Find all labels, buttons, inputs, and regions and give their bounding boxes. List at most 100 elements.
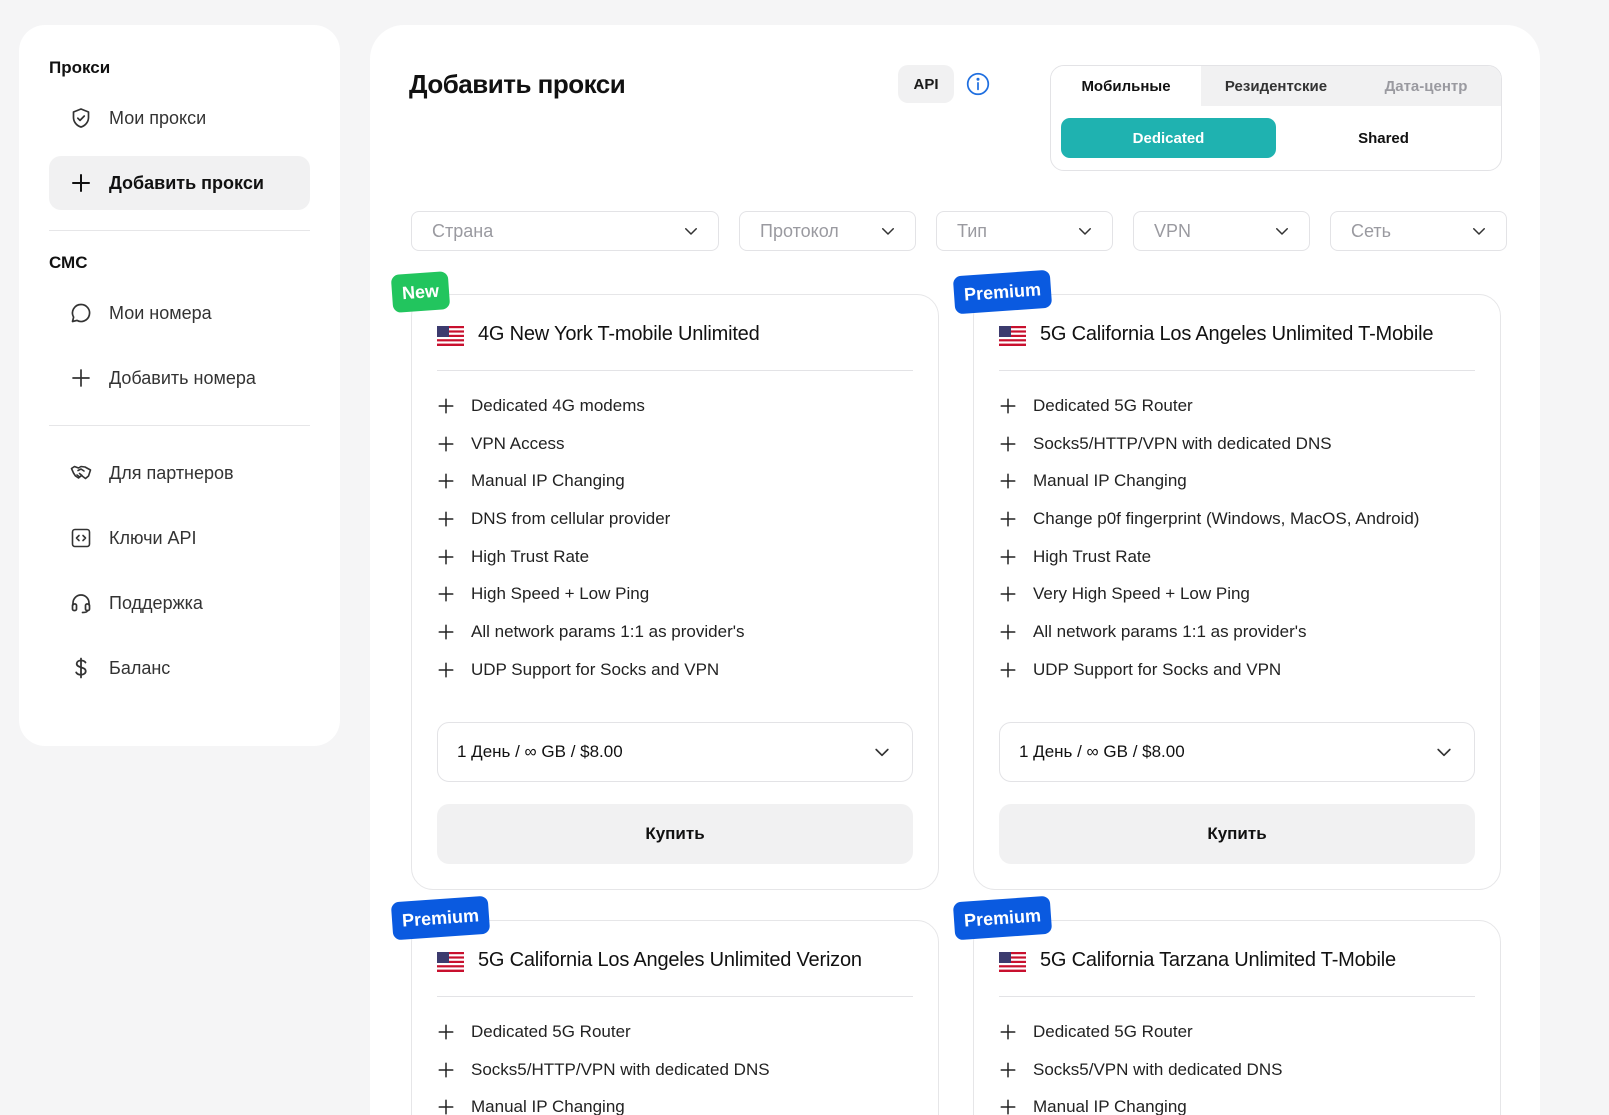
- proxy-card: Premium 5G California Tarzana Unlimited …: [952, 895, 1501, 1115]
- plus-icon: [1000, 1024, 1016, 1040]
- feature-text: Socks5/VPN with dedicated DNS: [1033, 1059, 1283, 1079]
- card-header: 5G California Tarzana Unlimited T-Mobile: [999, 949, 1475, 997]
- chevron-down-icon: [1276, 228, 1288, 235]
- chevron-down-icon: [685, 228, 697, 235]
- api-button[interactable]: API: [898, 65, 954, 103]
- sidebar-item-support[interactable]: Поддержка: [49, 576, 310, 630]
- us-flag-icon: [437, 952, 464, 972]
- sidebar-item-label: Добавить номера: [109, 367, 256, 388]
- card-header: 4G New York T-mobile Unlimited: [437, 323, 913, 371]
- dollar-icon: [69, 656, 93, 680]
- feature-text: Manual IP Changing: [471, 1097, 625, 1115]
- filter-vpn[interactable]: VPN: [1133, 211, 1310, 251]
- headset-icon: [69, 591, 93, 615]
- feature-text: UDP Support for Socks and VPN: [471, 659, 720, 679]
- plus-icon: [1000, 1062, 1016, 1078]
- tab-datacenter[interactable]: Дата-центр: [1351, 66, 1501, 106]
- plus-icon: [438, 1099, 454, 1115]
- proxy-subtype-tabs: Dedicated Shared: [1051, 106, 1501, 158]
- filter-label: Страна: [432, 220, 494, 241]
- list-item: Manual IP Changing: [437, 462, 744, 500]
- feature-text: High Speed + Low Ping: [471, 584, 650, 604]
- plus-icon: [1000, 549, 1016, 565]
- list-item: Manual IP Changing: [437, 1088, 770, 1115]
- card-title: 4G New York T-mobile Unlimited: [478, 323, 760, 345]
- tab-residential[interactable]: Резидентские: [1201, 66, 1351, 106]
- chevron-down-icon: [1079, 228, 1091, 235]
- plus-icon: [438, 1062, 454, 1078]
- list-item: Dedicated 5G Router: [437, 1013, 770, 1051]
- feature-text: All network params 1:1 as provider's: [1033, 621, 1307, 641]
- list-item: Dedicated 5G Router: [999, 1013, 1282, 1051]
- sidebar-item-label: Добавить прокси: [109, 172, 264, 193]
- list-item: Socks5/HTTP/VPN with dedicated DNS: [437, 1051, 770, 1089]
- card-header: 5G California Los Angeles Unlimited T-Mo…: [999, 323, 1475, 371]
- proxy-type-selector: Мобильные Резидентские Дата-центр Dedica…: [1050, 65, 1502, 171]
- sidebar-item-balance[interactable]: Баланс: [49, 641, 310, 695]
- plus-icon: [438, 473, 454, 489]
- plus-icon: [438, 624, 454, 640]
- list-item: Very High Speed + Low Ping: [999, 575, 1419, 613]
- filter-protocol[interactable]: Протокол: [739, 211, 916, 251]
- plus-icon: [1000, 398, 1016, 414]
- info-icon[interactable]: [965, 71, 991, 97]
- feature-text: High Trust Rate: [471, 546, 590, 566]
- tab-shared[interactable]: Shared: [1276, 118, 1491, 158]
- proxy-card: Premium 5G California Los Angeles Unlimi…: [952, 269, 1501, 890]
- feature-text: Manual IP Changing: [1033, 471, 1187, 491]
- tariff-select[interactable]: 1 День / ∞ GB / $8.00: [999, 722, 1475, 782]
- plus-icon: [1000, 473, 1016, 489]
- badge-premium: Premium: [952, 269, 1053, 315]
- card-header: 5G California Los Angeles Unlimited Veri…: [437, 949, 913, 997]
- list-item: Dedicated 5G Router: [999, 387, 1419, 425]
- list-item: High Trust Rate: [999, 538, 1419, 576]
- section-heading-sms: СМС: [49, 253, 88, 272]
- filter-label: VPN: [1154, 220, 1192, 241]
- sidebar-item-label: Мои номера: [109, 302, 212, 323]
- list-item: All network params 1:1 as provider's: [437, 613, 744, 651]
- plus-icon: [69, 366, 93, 390]
- feature-list: Dedicated 5G Router Socks5/HTTP/VPN with…: [437, 1013, 770, 1115]
- plus-icon: [438, 436, 454, 452]
- sidebar-item-add-numbers[interactable]: Добавить номера: [49, 351, 310, 405]
- sidebar-item-label: Баланс: [109, 657, 171, 678]
- feature-text: High Trust Rate: [1033, 546, 1152, 566]
- sidebar-item-label: Поддержка: [109, 592, 203, 613]
- sidebar-item-partners[interactable]: Для партнеров: [49, 446, 310, 500]
- filter-network[interactable]: Сеть: [1330, 211, 1507, 251]
- proxy-card: New 4G New York T-mobile Unlimited Dedic…: [390, 271, 939, 890]
- list-item: VPN Access: [437, 425, 744, 463]
- badge-new: New: [390, 271, 451, 313]
- sidebar-item-my-proxies[interactable]: Мои прокси: [49, 91, 310, 145]
- sidebar-item-label: Ключи API: [109, 527, 197, 548]
- plus-icon: [438, 549, 454, 565]
- proxy-card: Premium 5G California Los Angeles Unlimi…: [390, 895, 939, 1115]
- chevron-down-icon: [1437, 748, 1451, 757]
- plus-icon: [438, 586, 454, 602]
- section-heading-proxy: Прокси: [49, 58, 111, 77]
- page-title: Добавить прокси: [409, 69, 626, 99]
- sidebar-item-my-numbers[interactable]: Мои номера: [49, 286, 310, 340]
- filter-country[interactable]: Страна: [411, 211, 719, 251]
- buy-button[interactable]: Купить: [999, 804, 1475, 864]
- sidebar-item-label: Для партнеров: [109, 462, 234, 483]
- card-title: 5G California Los Angeles Unlimited Veri…: [478, 949, 862, 971]
- sidebar-item-api-keys[interactable]: Ключи API: [49, 511, 310, 565]
- feature-text: Very High Speed + Low Ping: [1033, 584, 1250, 604]
- us-flag-icon: [999, 952, 1026, 972]
- tab-dedicated[interactable]: Dedicated: [1061, 118, 1276, 158]
- list-item: UDP Support for Socks and VPN: [437, 651, 744, 689]
- list-item: All network params 1:1 as provider's: [999, 613, 1419, 651]
- filter-type[interactable]: Тип: [936, 211, 1113, 251]
- feature-text: Manual IP Changing: [471, 471, 625, 491]
- tariff-value: 1 День / ∞ GB / $8.00: [1019, 742, 1185, 761]
- list-item: DNS from cellular provider: [437, 500, 744, 538]
- buy-button[interactable]: Купить: [437, 804, 913, 864]
- list-item: Socks5/VPN with dedicated DNS: [999, 1051, 1282, 1089]
- tariff-select[interactable]: 1 День / ∞ GB / $8.00: [437, 722, 913, 782]
- tab-mobile[interactable]: Мобильные: [1051, 66, 1201, 106]
- handshake-icon: [69, 461, 93, 485]
- sidebar-item-add-proxies[interactable]: Добавить прокси: [49, 156, 310, 210]
- chevron-down-icon: [875, 748, 889, 757]
- feature-text: Dedicated 4G modems: [471, 395, 645, 415]
